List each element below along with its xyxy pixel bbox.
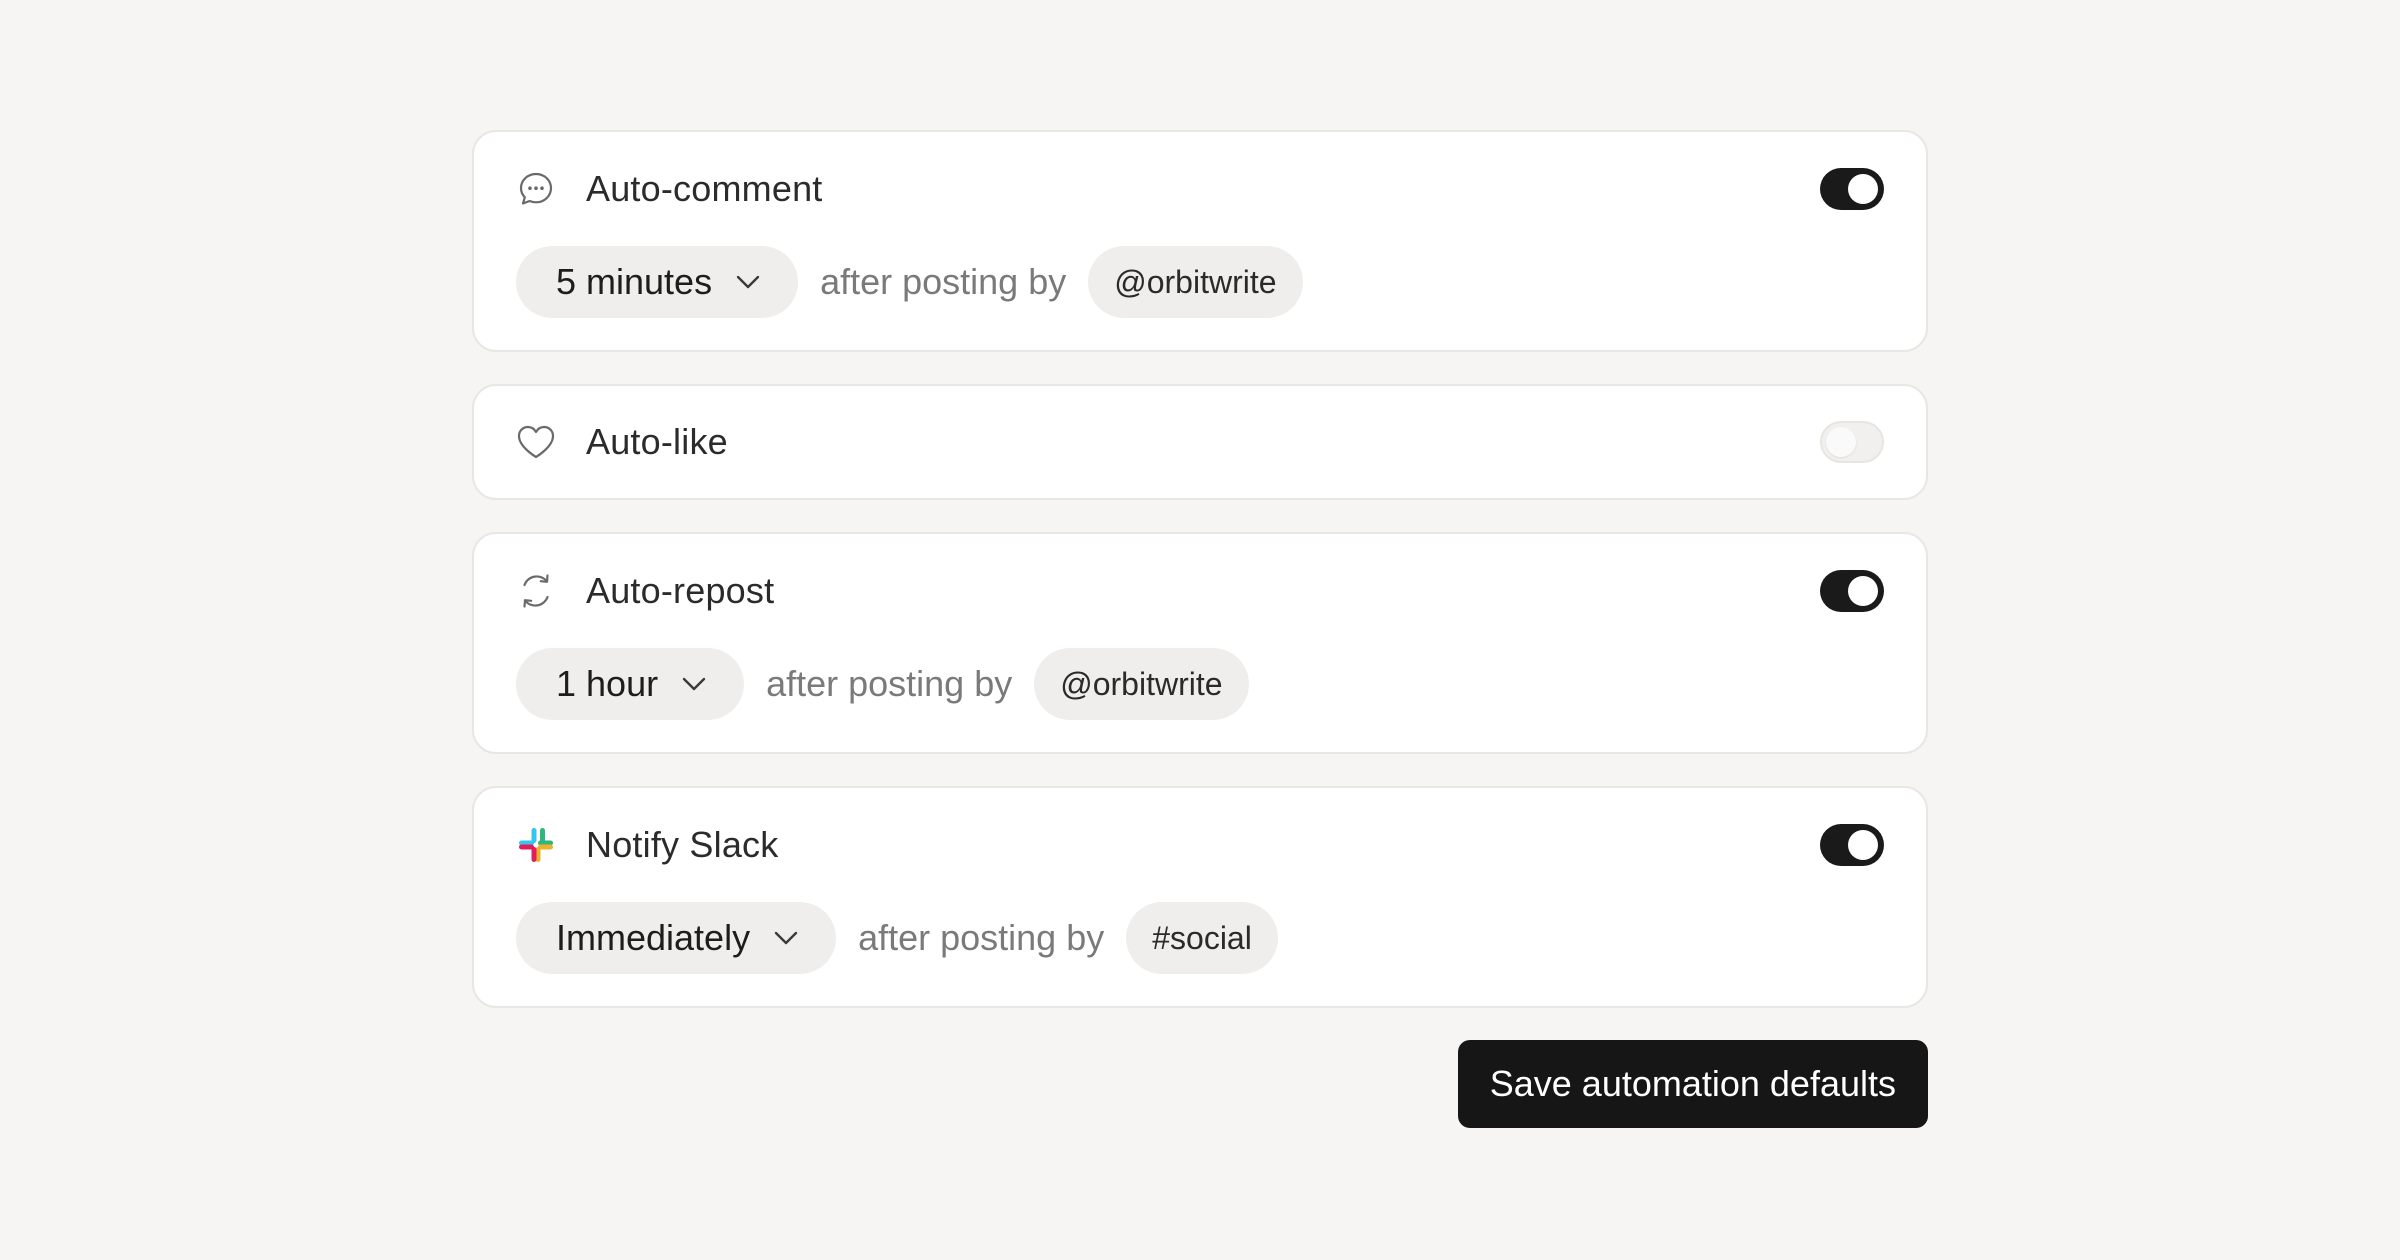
automation-card-auto-like: Auto-like xyxy=(472,384,1928,500)
save-automation-defaults-button[interactable]: Save automation defaults xyxy=(1457,1040,1928,1128)
slack-icon xyxy=(516,825,556,865)
automation-title: Auto-comment xyxy=(586,168,823,209)
delay-select-value: 1 hour xyxy=(556,663,659,704)
automation-header: Notify Slack xyxy=(516,788,1884,902)
auto-comment-toggle[interactable] xyxy=(1820,168,1884,210)
automation-card-notify-slack: Notify Slack Immediately after posting b… xyxy=(472,786,1928,1008)
automation-settings: Auto-comment 5 minutes after posting by … xyxy=(472,130,1928,1128)
connector-text: after posting by xyxy=(766,663,1013,704)
automation-card-auto-repost: Auto-repost 1 hour after posting by @orb… xyxy=(472,532,1928,754)
auto-repost-toggle[interactable] xyxy=(1820,570,1884,612)
delay-select-value: Immediately xyxy=(556,917,751,958)
toggle-knob xyxy=(1826,427,1856,457)
chevron-down-icon xyxy=(682,677,706,691)
automation-header: Auto-comment xyxy=(516,132,1884,246)
automation-title: Auto-like xyxy=(586,421,728,462)
form-actions: Save automation defaults xyxy=(472,1040,1928,1128)
automation-detail: 5 minutes after posting by @orbitwrite xyxy=(516,246,1884,318)
automation-header: Auto-repost xyxy=(516,534,1884,648)
automation-title: Notify Slack xyxy=(586,824,779,865)
auto-like-toggle[interactable] xyxy=(1820,421,1884,463)
heart-icon xyxy=(516,422,556,462)
channel-chip[interactable]: #social xyxy=(1126,902,1278,974)
automation-detail: 1 hour after posting by @orbitwrite xyxy=(516,648,1884,720)
toggle-knob xyxy=(1848,174,1878,204)
automation-title: Auto-repost xyxy=(586,570,775,611)
notify-slack-toggle[interactable] xyxy=(1820,824,1884,866)
account-chip[interactable]: @orbitwrite xyxy=(1088,246,1303,318)
automation-card-auto-comment: Auto-comment 5 minutes after posting by … xyxy=(472,130,1928,352)
chevron-down-icon xyxy=(774,931,798,945)
toggle-knob xyxy=(1848,576,1878,606)
delay-select[interactable]: 5 minutes xyxy=(516,246,799,318)
delay-select[interactable]: Immediately xyxy=(516,902,837,974)
chevron-down-icon xyxy=(736,275,760,289)
repost-icon xyxy=(516,571,556,611)
account-chip[interactable]: @orbitwrite xyxy=(1034,648,1249,720)
connector-text: after posting by xyxy=(820,261,1067,302)
toggle-knob xyxy=(1848,830,1878,860)
automation-detail: Immediately after posting by #social xyxy=(516,902,1884,974)
connector-text: after posting by xyxy=(858,917,1105,958)
chat-bubble-icon xyxy=(516,169,556,209)
automation-header: Auto-like xyxy=(516,386,1884,498)
delay-select[interactable]: 1 hour xyxy=(516,648,745,720)
delay-select-value: 5 minutes xyxy=(556,261,713,302)
